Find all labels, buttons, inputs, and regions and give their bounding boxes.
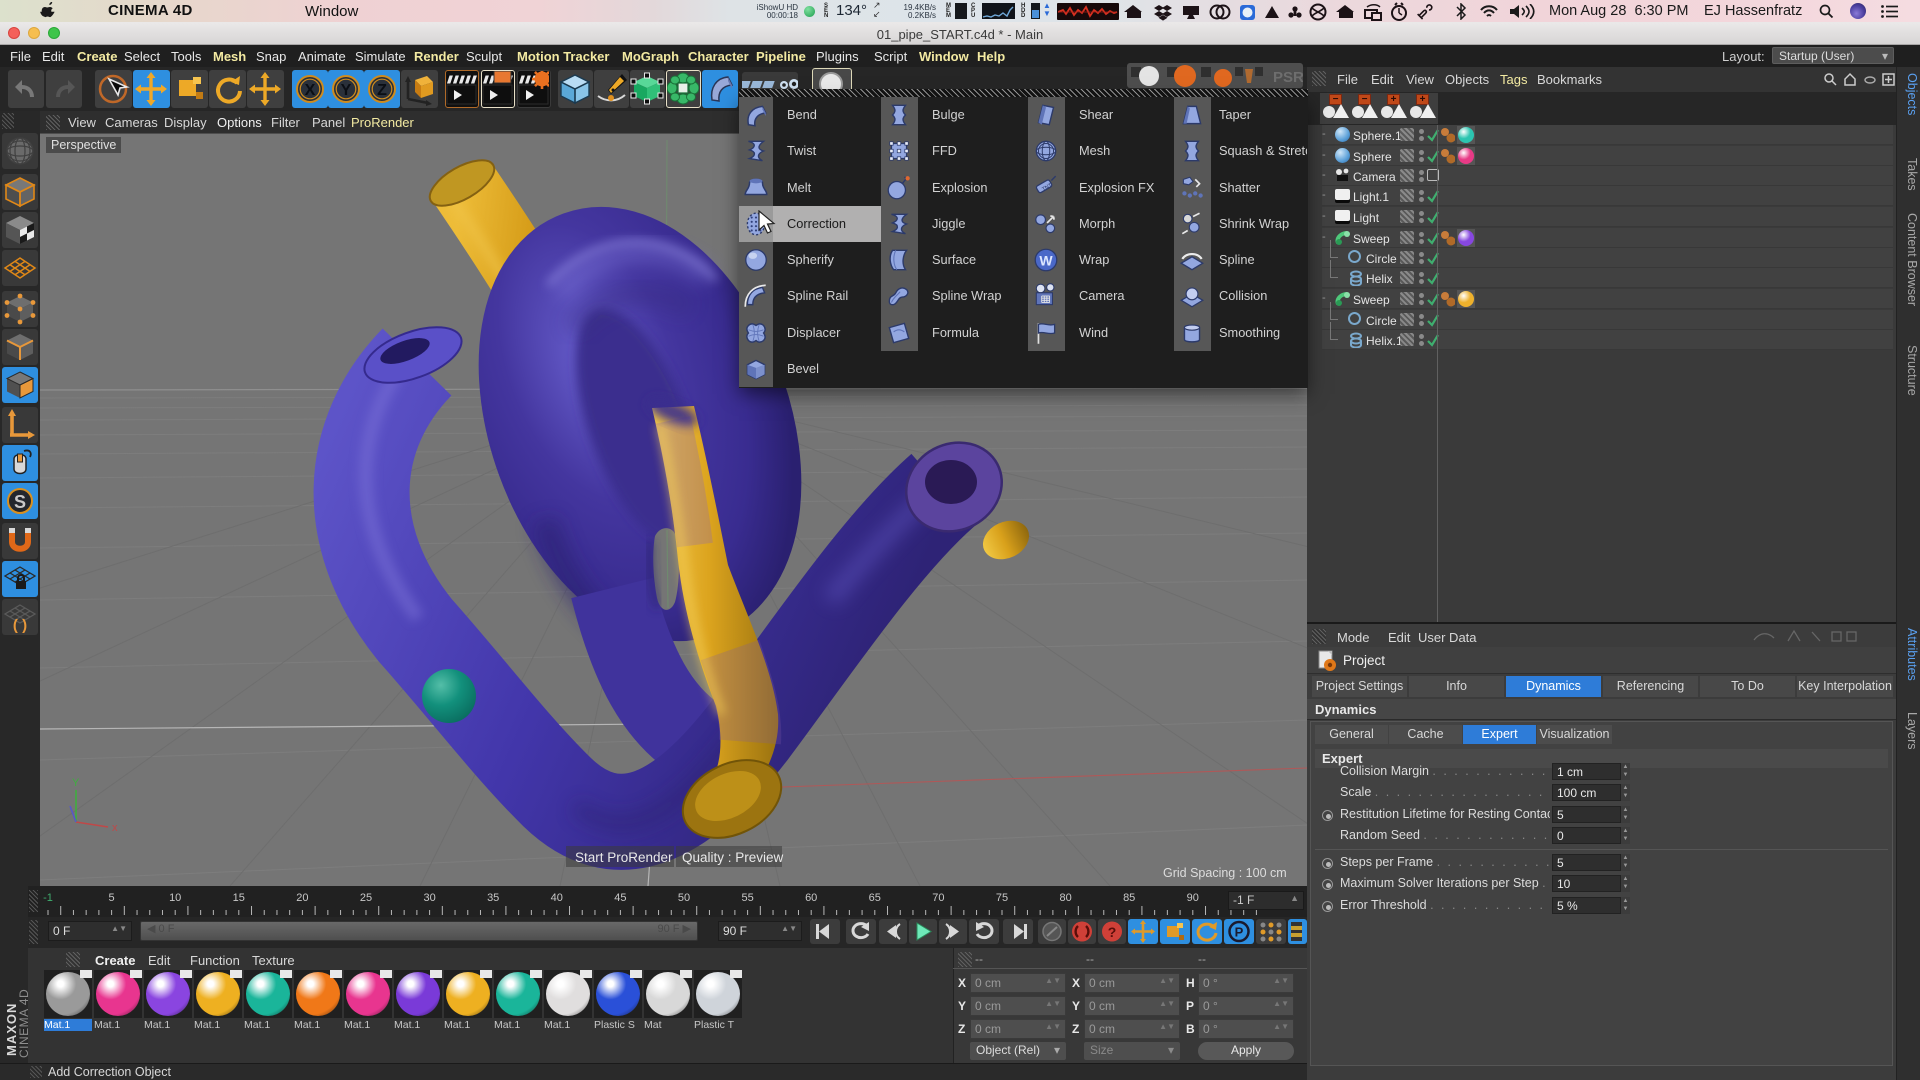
svg-text:( ): ( )	[13, 617, 27, 634]
svg-text:Quality : Preview: Quality : Preview	[682, 850, 784, 865]
svg-text:-1: -1	[43, 892, 53, 904]
svg-text:PSR: PSR	[1273, 69, 1303, 86]
svg-text:45: 45	[614, 892, 626, 904]
svg-text:25: 25	[360, 892, 372, 904]
svg-text:35: 35	[487, 892, 499, 904]
svg-text:x: x	[112, 822, 118, 834]
svg-text:30: 30	[423, 892, 435, 904]
svg-text:20: 20	[296, 892, 308, 904]
svg-text:60: 60	[805, 892, 817, 904]
svg-text:X: X	[305, 82, 316, 99]
svg-text:40: 40	[551, 892, 563, 904]
svg-text:Y: Y	[341, 82, 352, 99]
svg-text:80: 80	[1059, 892, 1071, 904]
svg-text:85: 85	[1123, 892, 1135, 904]
svg-text:15: 15	[233, 892, 245, 904]
svg-text:S: S	[14, 492, 26, 512]
svg-text:P: P	[1235, 925, 1244, 940]
svg-text:Z: Z	[377, 82, 387, 99]
svg-text:10: 10	[169, 892, 181, 904]
svg-text:Y: Y	[72, 777, 80, 789]
svg-text:90: 90	[1187, 892, 1199, 904]
svg-text:70: 70	[932, 892, 944, 904]
svg-text:?: ?	[1108, 924, 1117, 940]
svg-text:50: 50	[678, 892, 690, 904]
svg-text:5: 5	[109, 892, 115, 904]
svg-text:Start ProRender: Start ProRender	[575, 850, 673, 865]
svg-text:Grid Spacing : 100 cm: Grid Spacing : 100 cm	[1163, 866, 1287, 880]
svg-text:55: 55	[741, 892, 753, 904]
svg-text:W: W	[1039, 252, 1053, 268]
svg-text:65: 65	[869, 892, 881, 904]
svg-text:75: 75	[996, 892, 1008, 904]
